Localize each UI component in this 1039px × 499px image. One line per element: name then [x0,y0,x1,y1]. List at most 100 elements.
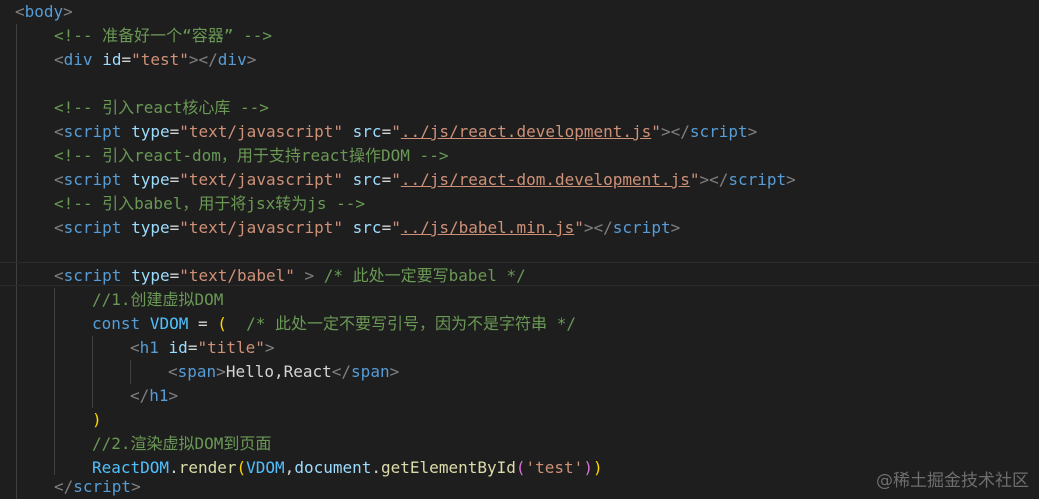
code-token: script [612,218,671,237]
code-token: const [92,314,141,333]
code-token: Hello,React [225,362,332,381]
code-token: . [371,458,382,477]
code-token: < [54,218,64,237]
code-token: , [284,458,295,477]
indent-guide [54,288,55,475]
path-link[interactable]: ../js/react-dom.development.js [401,170,690,189]
code-token: ( [236,458,247,477]
code-line[interactable]: <script type="text/javascript" src="../j… [54,216,680,240]
code-token: < [54,50,64,69]
code-token: = [188,314,218,333]
code-token: < [54,266,64,285]
code-token: 'test' [525,458,584,477]
code-token: script [63,170,122,189]
code-token: "title" [197,338,265,357]
path-link[interactable]: ../js/react.development.js [401,122,651,141]
code-token: = [169,170,180,189]
code-token: = [381,218,392,237]
code-line[interactable]: <script type="text/babel" > /* 此处一定要写bab… [54,264,526,288]
code-token: ></ [188,50,218,69]
code-line[interactable]: <h1 id="title"> [130,336,275,360]
code-token: ) [592,458,603,477]
code-token: = [187,338,198,357]
path-link[interactable]: ../js/babel.min.js [401,218,574,237]
code-token: = [381,122,392,141]
code-token: script [728,170,787,189]
code-token: span [351,362,390,381]
code-line[interactable]: </script> [54,475,141,499]
code-token: id [102,50,122,69]
code-token: > [168,386,179,405]
code-token: > [786,170,796,189]
code-token: script [63,122,122,141]
code-token: < [15,2,25,21]
code-token: > [131,477,141,496]
code-token: "text/javascript" [179,218,344,237]
code-token: ></ [660,122,690,141]
code-comment: <!-- 引入react核心库 --> [54,98,269,117]
code-token: " [574,218,584,237]
code-comment: <!-- 引入babel，用于将jsx转为js --> [54,194,366,213]
code-token: = [121,50,132,69]
code-token: getElementById [381,458,516,477]
indent-guide [130,360,131,384]
code-line[interactable]: <!-- 引入babel，用于将jsx转为js --> [54,192,365,216]
code-token: < [130,338,140,357]
code-comment: //1.创建虚拟DOM [92,290,224,309]
code-token: h1 [149,386,169,405]
code-token: type [131,266,170,285]
code-line[interactable]: <div id="test"></div> [54,48,256,72]
code-comment: //2.渲染虚拟DOM到页面 [92,434,272,453]
code-comment: <!-- 准备好一个“容器” --> [54,26,272,45]
code-token: type [131,122,170,141]
code-line[interactable]: </h1> [130,384,178,408]
code-token: = [169,266,180,285]
code-line[interactable]: <!-- 准备好一个“容器” --> [54,24,272,48]
code-token: > [389,362,400,381]
code-token: src [352,170,382,189]
code-line[interactable]: const VDOM = ( /* 此处一定不要写引号，因为不是字符串 */ [92,312,576,336]
code-token: type [131,218,170,237]
code-token: h1 [139,338,159,357]
code-line[interactable]: //1.创建虚拟DOM [92,288,223,312]
code-token: type [131,170,170,189]
code-token: . [169,458,179,477]
code-line[interactable]: <span>Hello,React</span> [168,360,399,384]
code-token: div [217,50,247,69]
code-token: script [73,477,132,496]
code-token: ></ [583,218,613,237]
code-line[interactable]: <!-- 引入react核心库 --> [54,96,269,120]
code-line[interactable]: //2.渲染虚拟DOM到页面 [92,432,271,456]
code-token: </ [54,477,74,496]
code-line[interactable]: <!-- 引入react-dom，用于支持react操作DOM --> [54,144,448,168]
code-token: ></ [699,170,729,189]
code-token: < [168,362,178,381]
code-comment: <!-- 引入react-dom，用于支持react操作DOM --> [54,146,449,165]
code-token: id [168,338,188,357]
code-line[interactable]: <body> [15,0,73,24]
code-token: VDOM [246,458,285,477]
code-comment: /* 此处一定不要写引号，因为不是字符串 */ [246,314,576,333]
code-token: script [63,266,122,285]
code-token: </ [331,362,352,381]
code-line[interactable]: <script type="text/javascript" src="../j… [54,168,796,192]
code-token: </ [130,386,150,405]
code-token: div [63,50,93,69]
code-token: document [294,458,372,477]
code-token: < [54,122,64,141]
code-line[interactable]: ) [92,408,102,432]
code-editor[interactable]: <body> <!-- 准备好一个“容器” --> <div id="test"… [0,0,1039,499]
code-line[interactable]: ReactDOM.render(VDOM,document.getElement… [92,456,603,480]
code-comment: /* 此处一定要写babel */ [323,266,526,285]
code-token: " [391,122,401,141]
code-token: > [246,50,257,69]
code-line[interactable]: <script type="text/javascript" src="../j… [54,120,757,144]
code-token: " [391,218,401,237]
